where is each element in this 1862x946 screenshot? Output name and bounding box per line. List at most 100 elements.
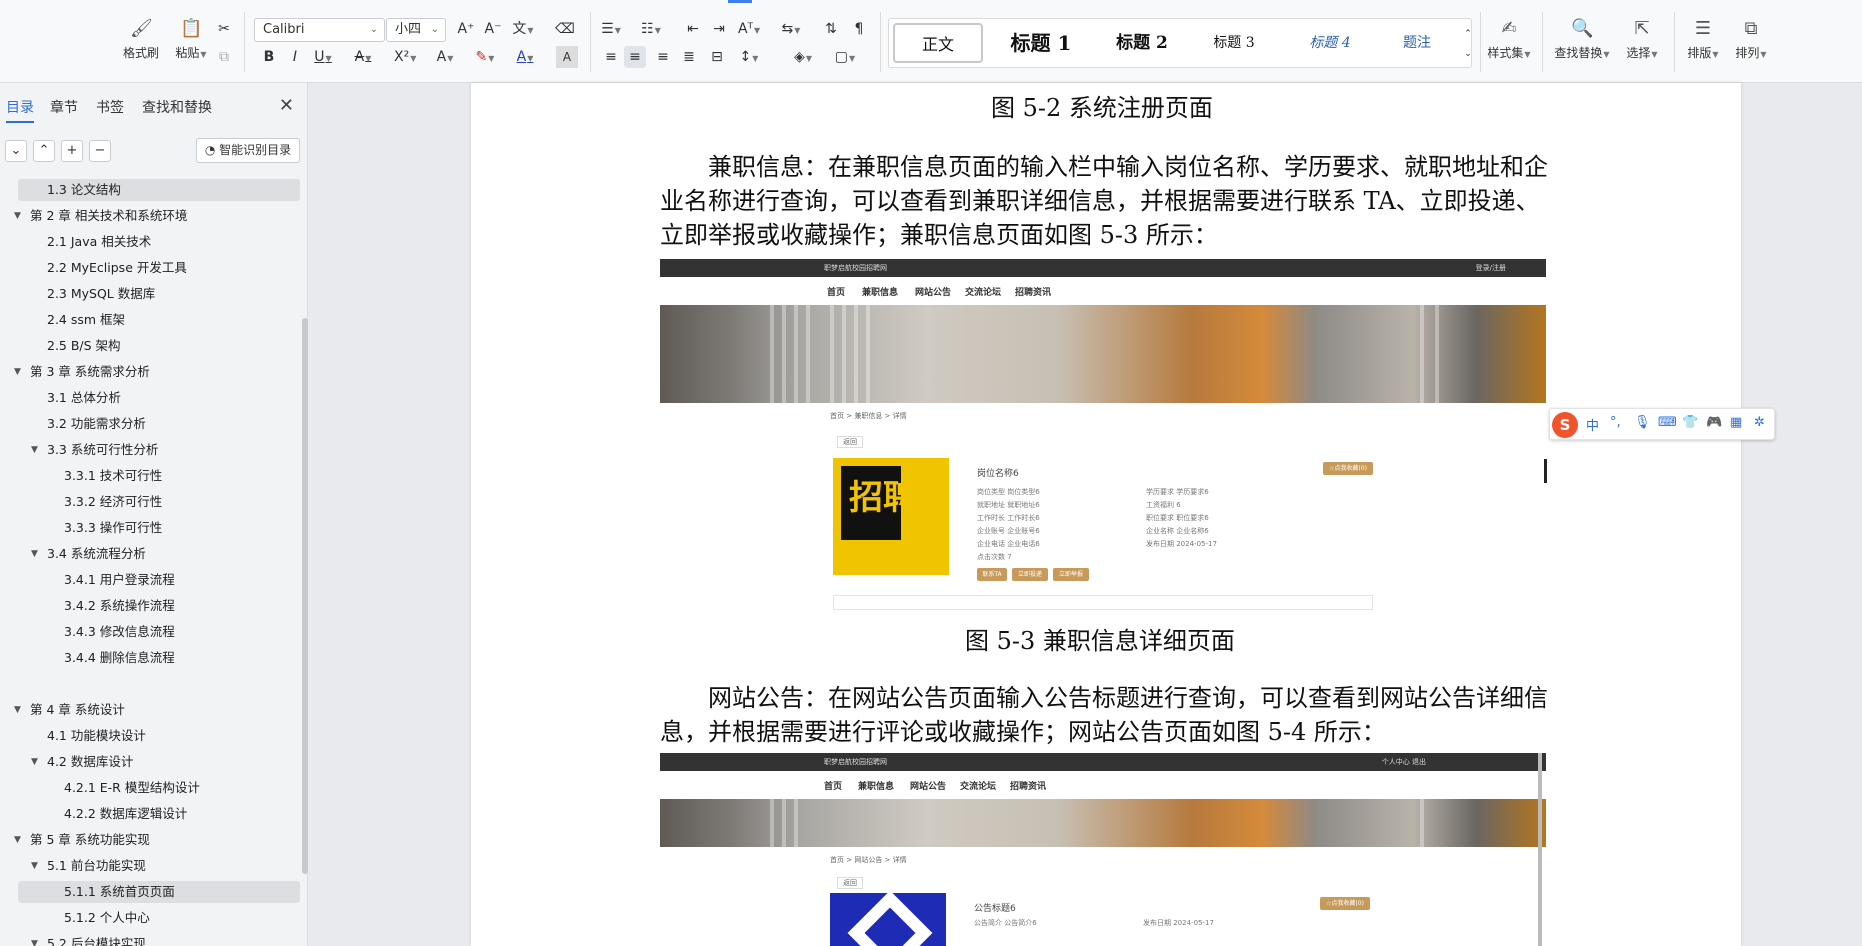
shrink-font-icon[interactable]: A⁻ xyxy=(482,18,504,40)
align-right-icon[interactable]: ≡ xyxy=(652,46,674,68)
decrease-indent-icon[interactable]: ⇤ xyxy=(682,18,704,40)
chevron-down-icon[interactable]: ▼ xyxy=(14,699,21,721)
toc-item[interactable]: 3.3.1 技术可行性 xyxy=(18,465,300,487)
chevron-down-icon[interactable]: ▼ xyxy=(31,855,38,877)
style-heading-4[interactable]: 标题 4 xyxy=(1285,23,1375,63)
tab-chapters[interactable]: 章节 xyxy=(50,97,78,117)
chevron-down-icon[interactable]: ▼ xyxy=(31,751,38,773)
sogou-logo-icon[interactable]: S xyxy=(1552,412,1578,438)
line-spacing-icon[interactable]: ↕▼ xyxy=(738,46,760,68)
chevron-down-icon[interactable]: ▼ xyxy=(31,933,38,946)
scrollbar[interactable] xyxy=(302,318,308,874)
style-normal[interactable]: 正文 xyxy=(893,23,983,63)
arrange-button[interactable]: ⧉ 排列▼ xyxy=(1726,10,1776,72)
text-direction-icon[interactable]: Aᵀ▼ xyxy=(738,18,760,40)
format-painter-button[interactable]: 🖌 格式刷 xyxy=(114,10,168,72)
grow-font-icon[interactable]: A⁺ xyxy=(455,18,477,40)
paste-button[interactable]: 📋 粘贴▼ xyxy=(164,10,218,72)
find-replace-button[interactable]: 🔍 查找替换▼ xyxy=(1550,10,1614,72)
style-heading-2[interactable]: 标题 2 xyxy=(1097,23,1187,63)
bold-icon[interactable]: B xyxy=(258,46,280,68)
chinese-mode-icon[interactable]: 中 xyxy=(1586,415,1599,434)
font-size-select[interactable]: 小四 ⌄ xyxy=(386,18,446,42)
line-break-icon[interactable]: ⇆▼ xyxy=(780,18,802,40)
tab-bookmarks[interactable]: 书签 xyxy=(96,97,124,117)
toc-item[interactable]: ▼ 3.3 系统可行性分析 xyxy=(18,439,300,461)
align-left-icon[interactable]: ≡ xyxy=(600,46,622,68)
text-effect-icon[interactable]: A▼ xyxy=(434,46,456,68)
toc-item[interactable]: ▼ 5.2 后台模块实现 xyxy=(18,933,300,946)
toc-item[interactable]: 3.4.1 用户登录流程 xyxy=(18,569,300,591)
superscript-icon[interactable]: X²▼ xyxy=(394,46,416,68)
cut-icon[interactable]: ✂ xyxy=(213,18,235,40)
collapse-icon[interactable]: ⌄ xyxy=(5,140,27,162)
toc-item[interactable]: 2.5 B/S 架构 xyxy=(18,335,300,357)
styles-set-button[interactable]: ✍ 样式集▼ xyxy=(1478,10,1540,72)
toc-item[interactable]: 4.2.2 数据库逻辑设计 xyxy=(18,803,300,825)
close-icon[interactable]: ✕ xyxy=(279,95,294,116)
chevron-down-icon[interactable]: ⌄ xyxy=(1457,43,1479,65)
remove-icon[interactable]: − xyxy=(89,140,111,162)
chevron-down-icon[interactable]: ▼ xyxy=(14,361,21,383)
layout-button[interactable]: ☰ 排版▼ xyxy=(1678,10,1728,72)
italic-icon[interactable]: I xyxy=(284,46,306,68)
toc-item[interactable]: 3.4.3 修改信息流程 xyxy=(18,621,300,643)
expand-icon[interactable]: ⌃ xyxy=(33,140,55,162)
toc-item[interactable]: 2.4 ssm 框架 xyxy=(18,309,300,331)
toc-item[interactable]: ▼ 3.4 系统流程分析 xyxy=(18,543,300,565)
skin-icon[interactable]: 👕 xyxy=(1682,415,1698,430)
toc-item[interactable]: ▼ 第 5 章 系统功能实现 xyxy=(14,829,300,851)
toc-item[interactable]: ▼ 4.2 数据库设计 xyxy=(18,751,300,773)
strikethrough-icon[interactable]: A▼ xyxy=(352,46,374,68)
show-marks-icon[interactable]: ¶ xyxy=(848,18,870,40)
toc-item[interactable]: ▼ 5.1 前台功能实现 xyxy=(18,855,300,877)
toc-item[interactable]: 3.4.2 系统操作流程 xyxy=(18,595,300,617)
game-icon[interactable]: 🎮 xyxy=(1706,415,1722,430)
toc-item[interactable]: 5.1.2 个人中心 xyxy=(18,907,300,929)
align-center-icon[interactable]: ≡ xyxy=(624,46,646,68)
highlight-icon[interactable]: ✎▼ xyxy=(474,46,496,68)
keyboard-icon[interactable]: ⌨ xyxy=(1658,415,1677,430)
select-button[interactable]: ⇱ 选择▼ xyxy=(1614,10,1670,72)
char-shading-icon[interactable]: A xyxy=(556,46,578,68)
style-caption[interactable]: 题注 xyxy=(1377,23,1457,63)
distributed-icon[interactable]: ⊟ xyxy=(706,46,728,68)
border-icon[interactable]: ▢▼ xyxy=(834,46,856,68)
justify-icon[interactable]: ≣ xyxy=(678,46,700,68)
toc-item[interactable]: 2.2 MyEclipse 开发工具 xyxy=(18,257,300,279)
settings-icon[interactable]: ✲ xyxy=(1754,415,1765,430)
document-page[interactable]: 图 5-2 系统注册页面 兼职信息：在兼职信息页面的输入栏中输入岗位名称、学历要… xyxy=(471,83,1741,946)
phonetic-guide-icon[interactable]: 文▼ xyxy=(512,18,534,40)
shading-icon[interactable]: ◈▼ xyxy=(792,46,814,68)
smart-toc-button[interactable]: ◔ 智能识别目录 xyxy=(196,138,300,163)
style-heading-1[interactable]: 标题 1 xyxy=(989,23,1093,63)
toc-item[interactable]: 3.1 总体分析 xyxy=(18,387,300,409)
sort-icon[interactable]: ⇅ xyxy=(820,18,842,40)
toc-item[interactable]: 1.3 论文结构 xyxy=(18,179,300,201)
numbered-list-icon[interactable]: ☷▼ xyxy=(640,18,662,40)
toc-item[interactable]: 2.1 Java 相关技术 xyxy=(18,231,300,253)
copy-icon[interactable]: ⧉ xyxy=(213,46,235,68)
chevron-down-icon[interactable]: ▼ xyxy=(14,829,21,851)
chevron-up-icon[interactable]: ⌃ xyxy=(1457,23,1479,45)
toc-item[interactable]: 2.3 MySQL 数据库 xyxy=(18,283,300,305)
toc-item[interactable]: 3.4.4 删除信息流程 xyxy=(18,647,300,669)
toc-item[interactable]: 3.3.2 经济可行性 xyxy=(18,491,300,513)
chevron-down-icon[interactable]: ▼ xyxy=(31,439,38,461)
toc-item[interactable]: 5.1.1 系统首页页面 xyxy=(18,881,300,903)
add-icon[interactable]: + xyxy=(61,140,83,162)
underline-icon[interactable]: U▼ xyxy=(312,46,334,68)
ime-toolbar[interactable]: S 中 °, 🎙 ⌨ 👕 🎮 ▦ ✲ xyxy=(1549,408,1775,440)
style-heading-3[interactable]: 标题 3 xyxy=(1189,23,1279,63)
bullet-list-icon[interactable]: ☰▼ xyxy=(600,18,622,40)
toc-item[interactable]: ▼ 第 4 章 系统设计 xyxy=(14,699,300,721)
chevron-down-icon[interactable]: ▼ xyxy=(14,205,21,227)
toc-item[interactable]: 3.3.3 操作可行性 xyxy=(18,517,300,539)
microphone-icon[interactable]: 🎙 xyxy=(1634,415,1651,430)
font-color-icon[interactable]: A▼ xyxy=(514,46,536,68)
toc-item[interactable]: 4.1 功能模块设计 xyxy=(18,725,300,747)
tab-find-replace[interactable]: 查找和替换 xyxy=(142,97,212,117)
chevron-down-icon[interactable]: ▼ xyxy=(31,543,38,565)
toc-item[interactable]: ▼ 第 3 章 系统需求分析 xyxy=(14,361,300,383)
punctuation-icon[interactable]: °, xyxy=(1610,415,1621,430)
